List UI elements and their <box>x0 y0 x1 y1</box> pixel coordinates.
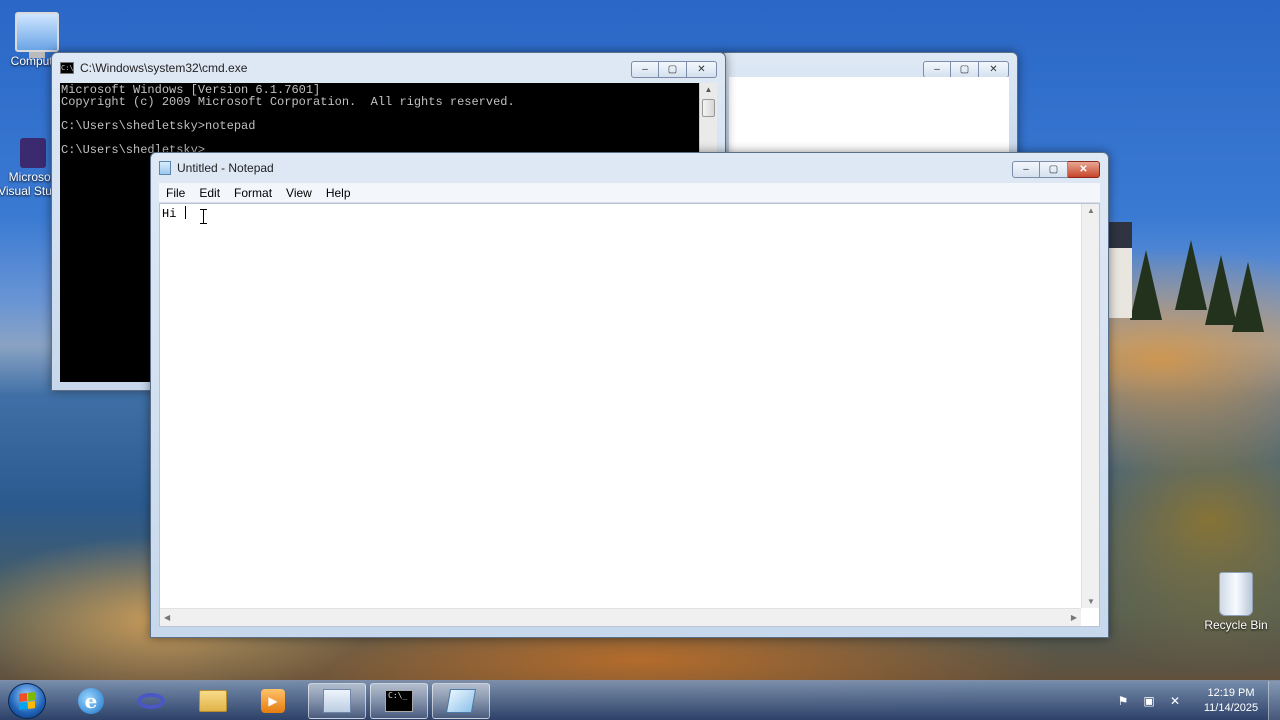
menu-help[interactable]: Help <box>319 186 358 200</box>
horizontal-scrollbar[interactable]: ◀ ▶ <box>160 608 1081 626</box>
notepad-icon <box>445 689 477 713</box>
ibeam-cursor-icon <box>200 209 209 224</box>
desktop-icon-label: Recycle Bin <box>1204 618 1268 632</box>
volume-muted-icon[interactable]: ✕ <box>1168 694 1182 708</box>
maximize-button[interactable]: ▢ <box>659 61 687 78</box>
close-button[interactable]: ✕ <box>979 61 1009 78</box>
notepad-titlebar[interactable]: Untitled - Notepad <box>151 153 1108 183</box>
text-caret <box>184 206 186 219</box>
blank-window-client <box>729 77 1009 161</box>
menu-format[interactable]: Format <box>227 186 279 200</box>
clock-time: 12:19 PM <box>1207 687 1255 699</box>
window-icon <box>323 689 351 713</box>
taskbar-windows-explorer[interactable] <box>184 683 242 719</box>
notepad-editor[interactable]: Hi ▲ ▼ ◀ ▶ <box>159 203 1100 627</box>
network-icon[interactable]: ▣ <box>1142 694 1156 708</box>
show-desktop-button[interactable] <box>1268 681 1280 720</box>
cmd-icon: C:\ <box>60 62 74 74</box>
window-controls: – ▢ ✕ <box>1012 161 1100 178</box>
scroll-up-icon[interactable]: ▲ <box>1087 206 1095 215</box>
notepad-text: Hi <box>162 207 184 221</box>
folder-icon <box>199 690 227 712</box>
menu-view[interactable]: View <box>279 186 319 200</box>
minimize-button[interactable]: – <box>1012 161 1040 178</box>
window-controls: – ▢ ✕ <box>631 61 717 78</box>
close-button[interactable]: ✕ <box>687 61 717 78</box>
command-prompt-icon: C:\_ <box>385 690 413 712</box>
blank-window[interactable]: – ▢ ✕ <box>720 52 1018 162</box>
maximize-button[interactable]: ▢ <box>1040 161 1068 178</box>
internet-explorer-icon: e <box>78 688 104 714</box>
wallpaper-tree <box>1232 262 1264 332</box>
scroll-up-icon[interactable]: ▲ <box>700 83 717 97</box>
vertical-scrollbar[interactable]: ▲ ▼ <box>1081 204 1099 608</box>
cmd-title: C:\Windows\system32\cmd.exe <box>80 61 248 75</box>
scroll-thumb[interactable] <box>702 99 715 117</box>
clock[interactable]: 12:19 PM 11/14/2025 <box>1198 686 1264 716</box>
menu-edit[interactable]: Edit <box>192 186 227 200</box>
visual-studio-icon <box>137 693 165 709</box>
wallpaper-tree <box>1130 250 1162 320</box>
notepad-title: Untitled - Notepad <box>177 161 274 175</box>
system-tray: ⚑ ▣ ✕ 12:19 PM 11/14/2025 <box>1116 681 1264 720</box>
clock-date: 11/14/2025 <box>1203 702 1259 714</box>
close-button[interactable]: ✕ <box>1068 161 1100 178</box>
maximize-button[interactable]: ▢ <box>951 61 979 78</box>
scroll-left-icon[interactable]: ◀ <box>164 613 170 622</box>
media-player-icon: ▶ <box>261 689 285 713</box>
wallpaper-lighthouse <box>1108 222 1132 318</box>
notepad-menubar: File Edit Format View Help <box>159 183 1100 203</box>
taskbar-visual-studio[interactable] <box>122 683 180 719</box>
notepad-icon <box>159 161 171 175</box>
taskbar-command-prompt[interactable]: C:\_ <box>370 683 428 719</box>
notepad-text-area[interactable]: Hi <box>162 206 1077 608</box>
computer-icon <box>15 12 59 58</box>
minimize-button[interactable]: – <box>923 61 951 78</box>
recycle-bin-icon <box>1219 572 1253 616</box>
scroll-right-icon[interactable]: ▶ <box>1071 613 1077 622</box>
cmd-titlebar[interactable]: C:\ C:\Windows\system32\cmd.exe <box>52 53 725 83</box>
scroll-down-icon[interactable]: ▼ <box>1087 597 1095 606</box>
action-center-flag-icon[interactable]: ⚑ <box>1116 694 1130 708</box>
visual-studio-icon <box>20 138 46 168</box>
wallpaper-tree <box>1175 240 1207 310</box>
window-controls: – ▢ ✕ <box>923 61 1009 78</box>
notepad-window[interactable]: Untitled - Notepad – ▢ ✕ File Edit Forma… <box>150 152 1109 638</box>
taskbar-notepad[interactable] <box>432 683 490 719</box>
taskbar-explorer-window[interactable] <box>308 683 366 719</box>
start-button[interactable] <box>8 683 46 719</box>
taskbar-internet-explorer[interactable]: e <box>62 683 120 719</box>
minimize-button[interactable]: – <box>631 61 659 78</box>
windows-logo-icon <box>19 692 35 710</box>
taskbar: e ▶ C:\_ ⚑ ▣ ✕ 12:19 PM 11/14/2025 <box>0 680 1280 720</box>
desktop-icon-recycle-bin[interactable]: Recycle Bin <box>1201 572 1271 632</box>
taskbar-media-player[interactable]: ▶ <box>244 683 302 719</box>
menu-file[interactable]: File <box>159 186 192 200</box>
